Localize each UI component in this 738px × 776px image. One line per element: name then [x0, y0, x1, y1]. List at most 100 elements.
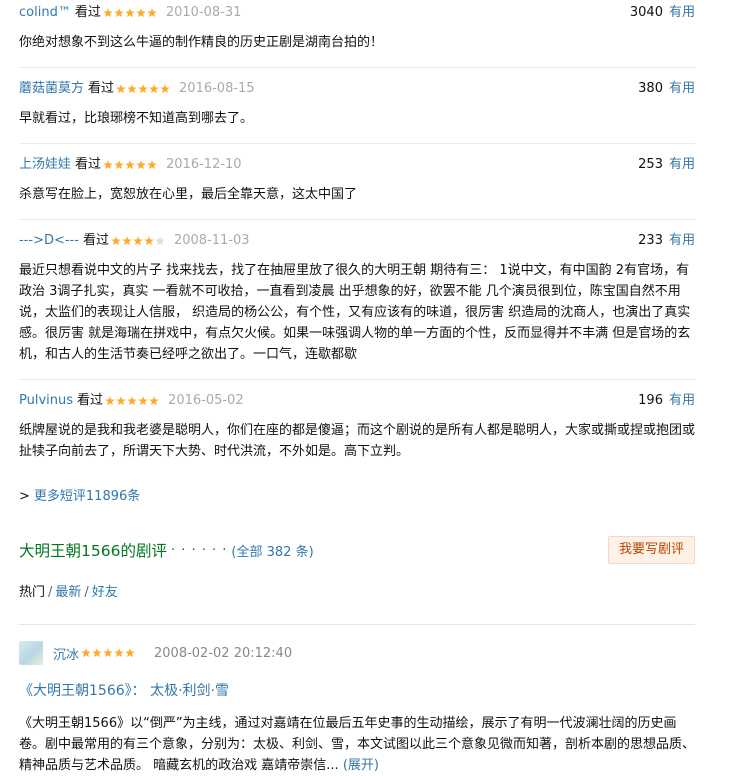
watched-label: 看过	[82, 233, 109, 248]
comment-date: 2016-05-02	[168, 393, 244, 408]
comment-text: 杀意写在脸上，宽恕放在心里，最后全靠天意，这太中国了	[19, 187, 358, 202]
short-comment: colind™ 看过 2010-08-31 3040 有用 你绝对想象不到这么牛…	[19, 4, 695, 68]
comment-header: 蘑菇菌莫方 看过 2016-08-15 380 有用	[19, 80, 695, 98]
vote-count: 196	[638, 393, 663, 408]
watched-label: 看过	[75, 157, 102, 172]
comment-text: 纸牌屋说的是我和我老婆是聪明人，你们在座的都是傻逼；而这个剧说的是所有人都是聪明…	[19, 423, 696, 459]
star-icon	[114, 160, 124, 170]
comment-date: 2008-11-03	[173, 233, 250, 248]
comment-text: 最近只想看说中文的片子 找来找去，找了在抽屉里放了很久的大明王朝 期待有三： 1…	[19, 263, 691, 362]
comment-date: 2016-08-15	[179, 81, 255, 96]
star-icon	[149, 84, 159, 94]
star-icon	[136, 8, 146, 18]
tab-separator: /	[48, 585, 53, 600]
short-comment: Pulvinus 看过 2016-05-02 196 有用 纸牌屋说的是我和我老…	[19, 392, 695, 476]
review-title-link[interactable]: 《大明王朝1566》： 太极·利剑·雪	[19, 683, 229, 699]
star-icon	[147, 8, 157, 18]
star-icon	[133, 236, 143, 246]
star-icon	[136, 160, 146, 170]
star-icon	[147, 160, 157, 170]
star-icon	[127, 84, 137, 94]
rating-stars	[103, 8, 158, 18]
star-icon	[105, 396, 115, 406]
star-icon	[149, 396, 159, 406]
star-icon	[114, 8, 124, 18]
review-date: 2008-02-02 20:12:40	[154, 645, 293, 661]
review-filter-tabs: 热门 / 最新 / 好友	[19, 584, 695, 602]
tab-hot[interactable]: 热门	[19, 585, 45, 600]
star-icon	[81, 648, 91, 658]
write-review-button[interactable]: 我要写剧评	[607, 536, 695, 564]
star-icon	[111, 236, 121, 246]
comment-username-link[interactable]: --->D<---	[19, 232, 79, 250]
star-icon	[122, 236, 132, 246]
review-item: 沉冰 2008-02-02 20:12:40 《大明王朝1566》： 太极·利剑…	[19, 641, 695, 776]
star-icon	[116, 396, 126, 406]
watched-label: 看过	[74, 5, 101, 20]
more-short-comments: > 更多短评11896条	[19, 488, 695, 506]
rating-stars	[81, 648, 136, 658]
rating-stars	[105, 396, 160, 406]
expand-link[interactable]: (展开)	[343, 758, 379, 773]
title-dots: · · · · · ·	[170, 542, 228, 558]
comment-username-link[interactable]: 上汤娃娃	[19, 156, 71, 174]
comment-header: colind™ 看过 2010-08-31 3040 有用	[19, 4, 695, 22]
useful-vote-link[interactable]: 有用	[669, 80, 695, 98]
short-comments-list: colind™ 看过 2010-08-31 3040 有用 你绝对想象不到这么牛…	[19, 4, 695, 476]
comment-username-link[interactable]: colind™	[19, 4, 71, 22]
comment-text: 早就看过，比琅琊榜不知道高到哪去了。	[19, 111, 254, 126]
rating-stars	[103, 160, 158, 170]
vote-count: 253	[638, 157, 663, 172]
rating-stars	[111, 236, 166, 246]
useful-vote-link[interactable]: 有用	[669, 392, 695, 410]
rating-stars	[116, 84, 171, 94]
comment-header: 上汤娃娃 看过 2016-12-10 253 有用	[19, 156, 695, 174]
chevron-right-icon: >	[19, 489, 30, 504]
star-icon	[160, 84, 170, 94]
star-icon	[138, 396, 148, 406]
watched-label: 看过	[88, 81, 115, 96]
comment-date: 2010-08-31	[165, 5, 242, 20]
star-icon	[103, 8, 113, 18]
comment-text: 你绝对想象不到这么牛逼的制作精良的历史正剧是湖南台拍的！	[19, 35, 384, 50]
vote-count: 380	[638, 81, 663, 96]
star-icon	[125, 160, 135, 170]
star-icon	[103, 160, 113, 170]
useful-vote-link[interactable]: 有用	[669, 4, 695, 22]
comment-header: Pulvinus 看过 2016-05-02 196 有用	[19, 392, 695, 410]
tab-separator: /	[84, 585, 89, 600]
star-icon	[92, 648, 102, 658]
more-short-comments-link[interactable]: 更多短评11896条	[34, 489, 140, 504]
comment-username-link[interactable]: Pulvinus	[19, 392, 73, 410]
tab-friends[interactable]: 好友	[92, 585, 118, 600]
star-icon	[116, 84, 126, 94]
useful-vote-link[interactable]: 有用	[669, 156, 695, 174]
review-excerpt: 《大明王朝1566》以“倒严”为主线，通过对嘉靖在位最后五年史事的生动描绘，展示…	[19, 713, 695, 776]
avatar[interactable]	[19, 641, 43, 665]
reviews-section-header: 大明王朝1566的剧评 · · · · · · (全部 382 条) 我要写剧评	[19, 536, 695, 564]
review-username-link[interactable]: 沉冰	[53, 644, 79, 663]
star-icon	[103, 648, 113, 658]
comment-date: 2016-12-10	[166, 157, 242, 172]
vote-count: 233	[638, 233, 663, 248]
star-icon	[144, 236, 154, 246]
all-reviews-link[interactable]: (全部 382 条)	[231, 541, 313, 560]
star-icon	[127, 396, 137, 406]
useful-vote-link[interactable]: 有用	[669, 232, 695, 250]
watched-label: 看过	[77, 393, 104, 408]
comment-username-link[interactable]: 蘑菇菌莫方	[19, 80, 84, 98]
tab-latest[interactable]: 最新	[55, 585, 81, 600]
short-comment: --->D<--- 看过 2008-11-03 233 有用 最近只想看说中文的…	[19, 232, 695, 380]
review-title: 《大明王朝1566》： 太极·利剑·雪	[19, 681, 695, 701]
star-icon	[125, 8, 135, 18]
page-content: colind™ 看过 2010-08-31 3040 有用 你绝对想象不到这么牛…	[19, 4, 695, 776]
vote-count: 3040	[629, 5, 663, 20]
short-comment: 蘑菇菌莫方 看过 2016-08-15 380 有用 早就看过，比琅琊榜不知道高…	[19, 80, 695, 144]
reviews-section-title: 大明王朝1566的剧评	[19, 542, 167, 560]
short-comment: 上汤娃娃 看过 2016-12-10 253 有用 杀意写在脸上，宽恕放在心里，…	[19, 156, 695, 220]
star-icon	[114, 648, 124, 658]
star-icon	[155, 236, 165, 246]
comment-header: --->D<--- 看过 2008-11-03 233 有用	[19, 232, 695, 250]
review-header: 沉冰 2008-02-02 20:12:40	[19, 641, 695, 665]
star-icon	[138, 84, 148, 94]
